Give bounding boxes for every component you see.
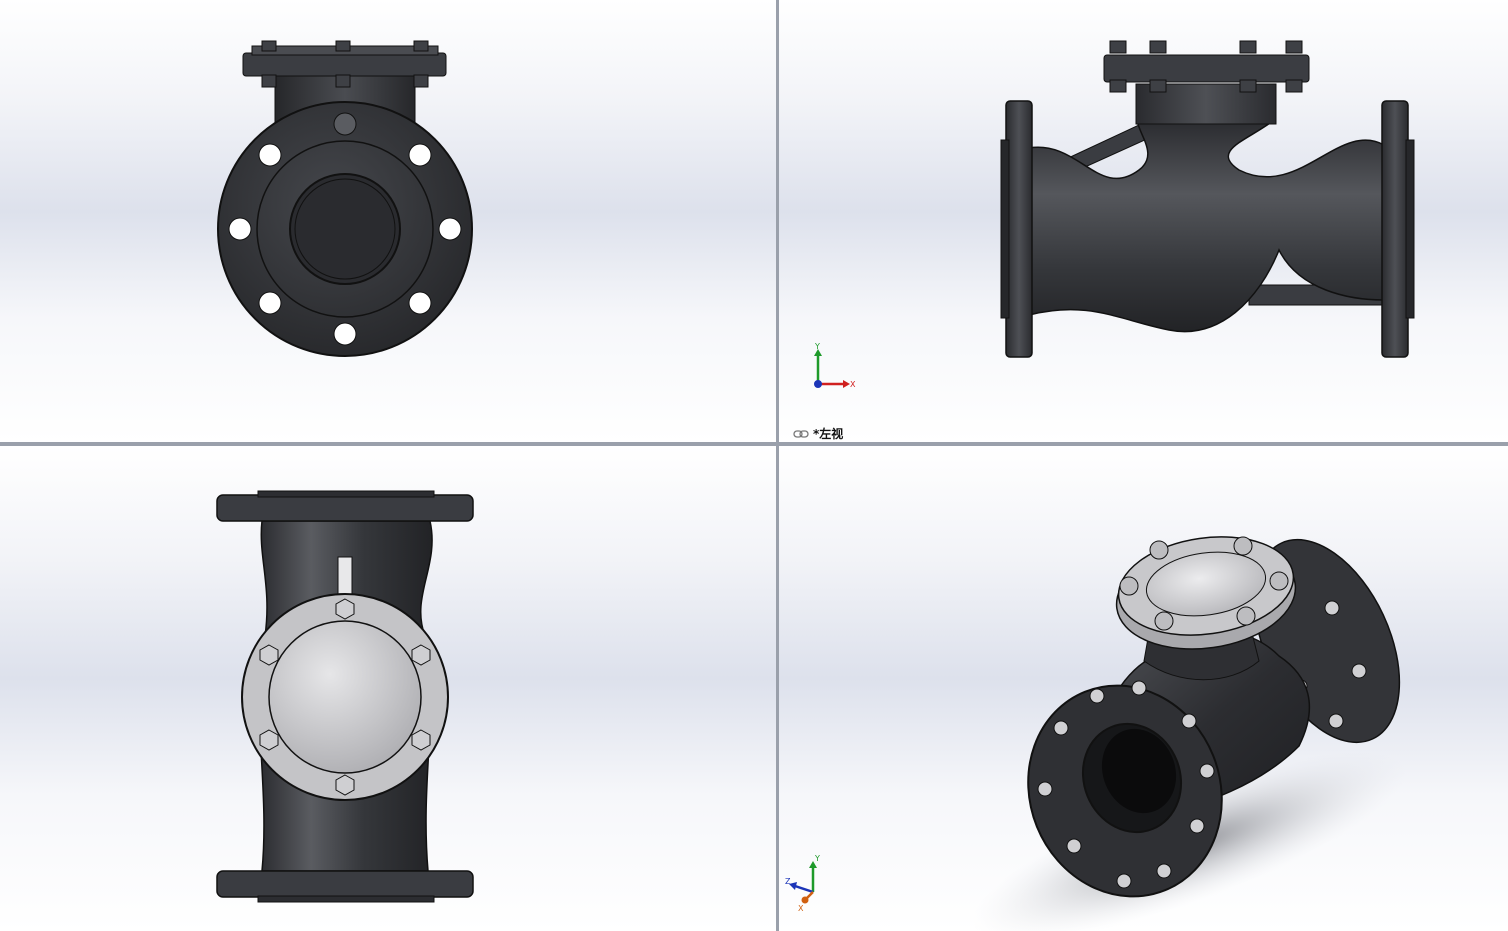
stem: [337, 556, 353, 598]
flange-right: [1381, 100, 1409, 358]
axis-x-label: X: [798, 904, 804, 912]
valve-top-view: [216, 490, 474, 903]
bore: [289, 173, 401, 285]
viewport-top[interactable]: [0, 446, 776, 931]
viewport-isometric[interactable]: Y Z X: [779, 446, 1508, 931]
view-name-label: *左视: [793, 425, 843, 442]
coordinate-triad: Y X: [814, 342, 856, 389]
flange-bottom: [216, 870, 474, 898]
axis-y-label: Y: [814, 342, 820, 351]
viewport-front[interactable]: [0, 0, 776, 442]
flange-top: [216, 494, 474, 522]
axis-z-label: Z: [785, 877, 791, 886]
cover-flange: [242, 52, 447, 77]
viewport-left[interactable]: Y X *左视: [779, 0, 1508, 442]
flange-left: [1005, 100, 1033, 358]
axis-y-label: Y: [814, 854, 820, 863]
valve-front-view: [217, 40, 473, 357]
view-name-text: *左视: [813, 427, 844, 441]
coordinate-triad: Y Z X: [785, 854, 820, 912]
link-icon: [793, 429, 809, 438]
axis-x-label: X: [850, 380, 856, 389]
cover-flange: [1103, 54, 1310, 83]
valve-side-view: [1000, 40, 1415, 358]
valve-isometric-view: [972, 536, 1406, 931]
